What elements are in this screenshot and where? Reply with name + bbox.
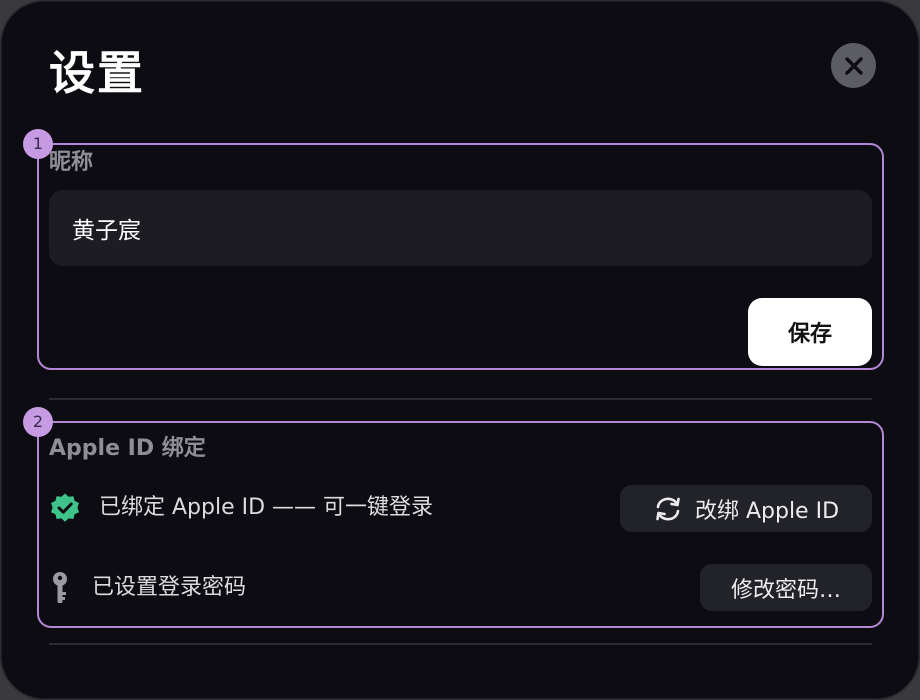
- password-set-status: 已设置登录密码: [92, 575, 247, 600]
- section-divider: [49, 643, 872, 645]
- verified-check-icon: [49, 492, 81, 524]
- rebind-apple-id-button[interactable]: 改绑 Apple ID: [620, 485, 872, 532]
- apple-id-bound-status: 已绑定 Apple ID —— 可一键登录: [99, 495, 434, 520]
- key-icon: [50, 571, 70, 605]
- change-password-button[interactable]: 修改密码…: [700, 564, 872, 611]
- close-icon: [844, 56, 863, 75]
- apple-id-label: Apple ID 绑定: [49, 436, 206, 461]
- page-title: 设置: [49, 46, 145, 100]
- nickname-label: 昵称: [49, 150, 94, 175]
- rebind-apple-id-label: 改绑 Apple ID: [694, 498, 840, 524]
- settings-sheet: 设置 1 昵称 保存 2 Apple ID 绑定 已绑定 Apple ID ——…: [0, 0, 920, 700]
- sync-icon: [653, 496, 683, 522]
- nickname-input[interactable]: [49, 190, 872, 266]
- close-button[interactable]: [831, 43, 876, 88]
- save-button[interactable]: 保存: [748, 298, 872, 366]
- section-badge-2: 2: [23, 407, 53, 437]
- section-divider: [49, 398, 872, 400]
